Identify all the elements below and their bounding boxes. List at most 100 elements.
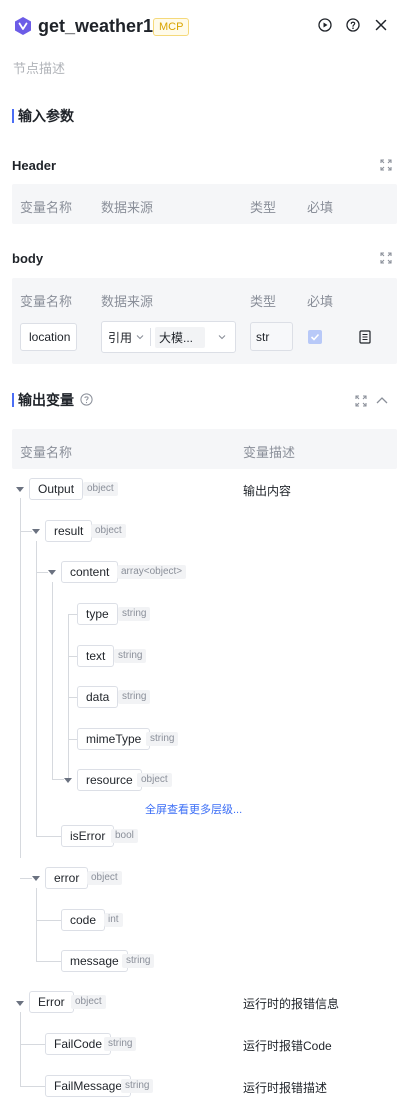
tree-connector — [20, 1044, 45, 1045]
header-block-title: Header — [12, 158, 57, 173]
required-checkbox[interactable] — [308, 330, 322, 344]
source-value-chip[interactable]: 大模... — [155, 326, 206, 348]
close-icon — [375, 19, 387, 31]
tree-connector — [20, 878, 32, 879]
collapse-caret-icon[interactable] — [16, 487, 24, 492]
tree-node-name[interactable]: Error — [29, 991, 74, 1013]
show-more-levels-link[interactable]: 全屏查看更多层级... — [145, 801, 242, 817]
tree-connector — [68, 697, 77, 698]
col-type: 类型 — [250, 200, 277, 215]
col-variable-name: 变量名称 — [20, 294, 73, 309]
tree-node-name[interactable]: content — [61, 561, 119, 583]
node-description[interactable]: 节点描述 — [13, 58, 65, 77]
type-badge: object — [83, 482, 118, 496]
tree-node-name[interactable]: error — [45, 867, 89, 889]
col-required: 必填 — [307, 200, 334, 215]
col-type: 类型 — [250, 294, 277, 309]
collapse-caret-icon[interactable] — [48, 570, 56, 575]
tree-node-name[interactable]: data — [77, 686, 119, 708]
col-variable-desc: 变量描述 — [243, 445, 296, 460]
tree-connector — [36, 572, 48, 573]
help-button[interactable] — [344, 16, 362, 34]
tree-connector — [20, 531, 32, 532]
check-icon — [310, 333, 320, 341]
node-title: get_weather1 — [38, 16, 154, 36]
type-badge: object — [71, 995, 106, 1009]
type-badge: object — [137, 773, 172, 787]
chevron-up-icon[interactable] — [375, 395, 389, 405]
collapse-caret-icon[interactable] — [32, 529, 40, 534]
header-table-head: 变量名称 数据来源 类型 必填 — [12, 184, 397, 224]
type-badge: string — [122, 954, 155, 968]
expand-icon[interactable] — [379, 251, 393, 265]
tree-connector — [68, 614, 77, 615]
type-badge: string — [146, 732, 179, 746]
input-section-title: 输入参数 — [18, 108, 74, 124]
tree-connector — [20, 1012, 21, 1086]
type-badge: string — [121, 1079, 154, 1093]
tree-node-name[interactable]: mimeType — [77, 728, 151, 750]
type-badge: int — [104, 913, 123, 927]
collapse-caret-icon[interactable] — [64, 778, 72, 783]
play-circle-icon — [318, 18, 332, 32]
col-required: 必填 — [307, 294, 334, 309]
col-variable-name: 变量名称 — [20, 445, 73, 460]
output-section-title: 输出变量 — [18, 392, 74, 408]
tree-connector — [36, 888, 37, 961]
type-badge: object — [87, 871, 122, 885]
col-variable-name: 变量名称 — [20, 200, 73, 215]
type-badge: bool — [111, 829, 138, 843]
tree-connector — [36, 920, 61, 921]
tree-connector — [20, 1086, 45, 1087]
document-icon[interactable] — [359, 330, 371, 344]
tree-node-name[interactable]: FailMessage — [45, 1075, 132, 1097]
section-accent-bar — [12, 393, 14, 407]
type-value: str — [256, 329, 270, 344]
col-data-source: 数据来源 — [101, 294, 154, 309]
divider — [150, 328, 152, 346]
close-button[interactable] — [372, 16, 390, 34]
variable-name-value: location — [29, 330, 71, 344]
tree-node-name[interactable]: type — [77, 603, 118, 625]
source-mode-value: 引用 — [108, 330, 133, 345]
tree-node-name[interactable]: resource — [77, 769, 142, 791]
tree-node-name[interactable]: message — [61, 950, 128, 972]
tree-node-name[interactable]: text — [77, 645, 115, 667]
collapse-caret-icon[interactable] — [16, 1001, 24, 1006]
output-table-head: 变量名称 变量描述 — [12, 429, 397, 469]
expand-icon[interactable] — [379, 158, 393, 172]
node-description: 运行时报错描述 — [243, 1081, 328, 1095]
help-circle-icon — [346, 18, 360, 32]
expand-icon[interactable] — [354, 394, 368, 408]
mcp-badge: MCP — [153, 18, 190, 36]
chevron-down-icon — [218, 335, 226, 340]
variable-name-input[interactable]: location — [20, 323, 77, 351]
body-block-title: body — [12, 251, 44, 266]
data-source-select[interactable]: 引用 大模... — [101, 321, 236, 353]
type-badge: string — [118, 607, 151, 621]
tree-node-name[interactable]: Output — [29, 478, 84, 500]
col-data-source: 数据来源 — [101, 200, 154, 215]
tree-node-name[interactable]: isError — [61, 825, 115, 847]
tree-connector — [68, 656, 77, 657]
tree-connector — [36, 961, 61, 962]
section-accent-bar — [12, 109, 14, 123]
tree-connector — [52, 779, 64, 780]
tree-node-name[interactable]: code — [61, 909, 106, 931]
type-badge: string — [114, 649, 147, 663]
info-icon[interactable] — [80, 393, 93, 406]
type-badge: object — [91, 524, 126, 538]
tree-node-name[interactable]: FailCode — [45, 1033, 112, 1055]
type-badge: string — [104, 1037, 137, 1051]
type-select[interactable]: str — [250, 322, 293, 351]
tree-connector — [52, 582, 53, 779]
type-badge: array<object> — [117, 565, 187, 579]
collapse-caret-icon[interactable] — [32, 876, 40, 881]
tree-connector — [68, 739, 77, 740]
tree-node-name[interactable]: result — [45, 520, 93, 542]
type-badge: string — [118, 690, 151, 704]
tree-connector — [36, 836, 61, 837]
run-button[interactable] — [316, 16, 334, 34]
tree-connector — [36, 541, 37, 836]
node-description: 运行时报错Code — [243, 1039, 332, 1053]
